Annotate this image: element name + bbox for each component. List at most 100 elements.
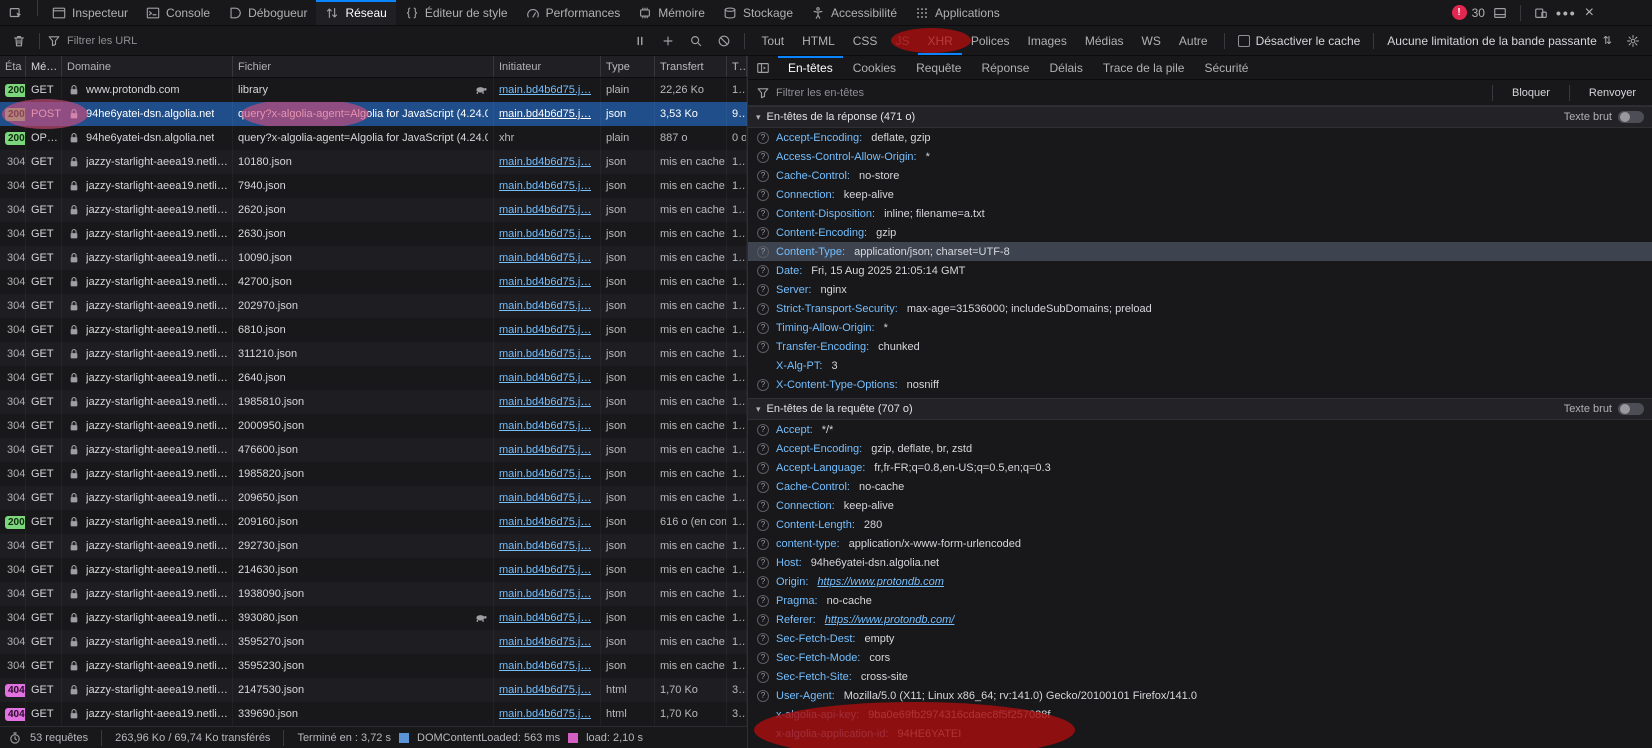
details-tab-en-tetes[interactable]: En-têtes: [778, 56, 843, 79]
request-row[interactable]: 304GETjazzy-starlight-aeea19.netli…19858…: [0, 462, 747, 486]
responsive-design-mode-button[interactable]: [1534, 6, 1548, 20]
initiator-link[interactable]: main.bd4b6d75.j…: [499, 516, 591, 528]
request-row[interactable]: 200GETjazzy-starlight-aeea19.netli…20916…: [0, 510, 747, 534]
search-button[interactable]: [683, 34, 709, 48]
header-row[interactable]: ?Host:94he6yatei-dsn.algolia.net: [748, 553, 1652, 572]
initiator-link[interactable]: main.bd4b6d75.j…: [499, 84, 591, 96]
header-row[interactable]: ?Cache-Control:no-store: [748, 166, 1652, 185]
column-header-init[interactable]: Initiateur: [494, 56, 601, 77]
header-value-link[interactable]: https://www.protondb.com: [817, 576, 944, 588]
filter-tab-polices[interactable]: Polices: [962, 26, 1019, 55]
tool-tab-editeur-de-style[interactable]: Éditeur de style: [396, 0, 517, 25]
column-header-file[interactable]: Fichier: [233, 56, 494, 77]
header-row[interactable]: ?Connection:keep-alive: [748, 496, 1652, 515]
header-row[interactable]: x-algolia-application-id:94HE6YATEI: [748, 724, 1652, 743]
tool-tab-debogueur[interactable]: Débogueur: [219, 0, 316, 25]
headers-filter-input[interactable]: [776, 87, 1481, 99]
help-icon[interactable]: ?: [757, 500, 769, 512]
initiator-link[interactable]: main.bd4b6d75.j…: [499, 396, 591, 408]
devtools-menu-button[interactable]: •••: [1556, 5, 1577, 21]
request-row[interactable]: 304GETjazzy-starlight-aeea19.netli…2640.…: [0, 366, 747, 390]
header-row[interactable]: ?Access-Control-Allow-Origin:*: [748, 147, 1652, 166]
help-icon[interactable]: ?: [757, 170, 769, 182]
raw-headers-toggle[interactable]: [1618, 403, 1644, 415]
help-icon[interactable]: ?: [757, 690, 769, 702]
details-tab-reponse[interactable]: Réponse: [971, 56, 1039, 79]
request-row[interactable]: 304GETjazzy-starlight-aeea19.netli…6810.…: [0, 318, 747, 342]
request-row[interactable]: 304GETjazzy-starlight-aeea19.netli…19858…: [0, 390, 747, 414]
header-row[interactable]: ?Sec-Fetch-Dest:empty: [748, 629, 1652, 648]
tool-tab-stockage[interactable]: Stockage: [714, 0, 802, 25]
block-url-button[interactable]: Bloquer: [1504, 87, 1558, 99]
header-row[interactable]: ?Content-Disposition:inline; filename=a.…: [748, 204, 1652, 223]
initiator-link[interactable]: main.bd4b6d75.j…: [499, 156, 591, 168]
resend-button[interactable]: Renvoyer: [1581, 87, 1644, 99]
initiator-link[interactable]: main.bd4b6d75.j…: [499, 612, 591, 624]
help-icon[interactable]: ?: [757, 652, 769, 664]
help-icon[interactable]: ?: [757, 557, 769, 569]
initiator-link[interactable]: main.bd4b6d75.j…: [499, 204, 591, 216]
filter-tab-css[interactable]: CSS: [844, 26, 887, 55]
initiator-link[interactable]: main.bd4b6d75.j…: [499, 372, 591, 384]
help-icon[interactable]: ?: [757, 576, 769, 588]
header-row[interactable]: ?Origin:https://www.protondb.com: [748, 572, 1652, 591]
header-row[interactable]: ?Referer:https://www.protondb.com/: [748, 610, 1652, 629]
help-icon[interactable]: ?: [757, 538, 769, 550]
request-row[interactable]: 304GETjazzy-starlight-aeea19.netli…21463…: [0, 558, 747, 582]
header-row[interactable]: ?X-Content-Type-Options:nosniff: [748, 375, 1652, 394]
help-icon[interactable]: ?: [757, 424, 769, 436]
header-row[interactable]: ?Timing-Allow-Origin:*: [748, 318, 1652, 337]
initiator-link[interactable]: main.bd4b6d75.j…: [499, 444, 591, 456]
header-row[interactable]: ?Cache-Control:no-cache: [748, 477, 1652, 496]
help-icon[interactable]: ?: [757, 208, 769, 220]
header-row[interactable]: ?Transfer-Encoding:chunked: [748, 337, 1652, 356]
throttling-select[interactable]: Aucune limitation de la bande passante ⇅: [1381, 34, 1618, 48]
raw-headers-toggle[interactable]: [1618, 111, 1644, 123]
filter-tab-ws[interactable]: WS: [1133, 26, 1170, 55]
column-header-time[interactable]: T…: [727, 56, 747, 77]
tool-tab-accessibilite[interactable]: Accessibilité: [802, 0, 906, 25]
filter-tab-autre[interactable]: Autre: [1170, 26, 1217, 55]
initiator-link[interactable]: main.bd4b6d75.j…: [499, 228, 591, 240]
filter-tab-js[interactable]: JS: [886, 26, 918, 55]
header-row[interactable]: ?content-type:application/x-www-form-url…: [748, 534, 1652, 553]
header-row[interactable]: ?Content-Encoding:gzip: [748, 223, 1652, 242]
initiator-link[interactable]: main.bd4b6d75.j…: [499, 468, 591, 480]
initiator-link[interactable]: main.bd4b6d75.j…: [499, 588, 591, 600]
help-icon[interactable]: ?: [757, 614, 769, 626]
header-row[interactable]: ?Strict-Transport-Security:max-age=31536…: [748, 299, 1652, 318]
header-row[interactable]: ?Content-Type:application/json; charset=…: [748, 242, 1652, 261]
help-icon[interactable]: ?: [757, 595, 769, 607]
header-row[interactable]: ?Date:Fri, 15 Aug 2025 21:05:14 GMT: [748, 261, 1652, 280]
header-row[interactable]: ?Connection:keep-alive: [748, 185, 1652, 204]
initiator-link[interactable]: main.bd4b6d75.j…: [499, 540, 591, 552]
initiator-link[interactable]: main.bd4b6d75.j…: [499, 636, 591, 648]
request-row[interactable]: 200GETwww.protondb.comlibrarymain.bd4b6d…: [0, 78, 747, 102]
header-row[interactable]: ?Sec-Fetch-Mode:cors: [748, 648, 1652, 667]
request-row[interactable]: 304GETjazzy-starlight-aeea19.netli…7940.…: [0, 174, 747, 198]
tool-tab-console[interactable]: Console: [137, 0, 219, 25]
request-row[interactable]: 304GETjazzy-starlight-aeea19.netli…42700…: [0, 270, 747, 294]
initiator-link[interactable]: main.bd4b6d75.j…: [499, 660, 591, 672]
header-row[interactable]: ?Server:nginx: [748, 280, 1652, 299]
toggle-details-pane-button[interactable]: [748, 56, 778, 79]
response-headers-section-header[interactable]: ▾En-têtes de la réponse (471 o)Texte bru…: [748, 106, 1652, 128]
filter-tab-images[interactable]: Images: [1019, 26, 1076, 55]
help-icon[interactable]: ?: [757, 189, 769, 201]
help-icon[interactable]: ?: [757, 303, 769, 315]
request-row[interactable]: 304GETjazzy-starlight-aeea19.netli…47660…: [0, 438, 747, 462]
help-icon[interactable]: ?: [757, 519, 769, 531]
request-row[interactable]: 304GETjazzy-starlight-aeea19.netli…19380…: [0, 582, 747, 606]
network-settings-button[interactable]: [1620, 34, 1646, 48]
help-icon[interactable]: ?: [757, 633, 769, 645]
column-header-method[interactable]: Mé…: [26, 56, 62, 77]
header-row[interactable]: ?Content-Length:280: [748, 515, 1652, 534]
url-filter-input[interactable]: [67, 35, 625, 47]
filter-tab-tout[interactable]: Tout: [752, 26, 793, 55]
close-devtools-button[interactable]: ×: [1585, 4, 1594, 22]
help-icon[interactable]: ?: [757, 481, 769, 493]
request-row[interactable]: 304GETjazzy-starlight-aeea19.netli…10180…: [0, 150, 747, 174]
help-icon[interactable]: ?: [757, 265, 769, 277]
request-row[interactable]: 304GETjazzy-starlight-aeea19.netli…20297…: [0, 294, 747, 318]
header-row[interactable]: X-Alg-PT:3: [748, 356, 1652, 375]
